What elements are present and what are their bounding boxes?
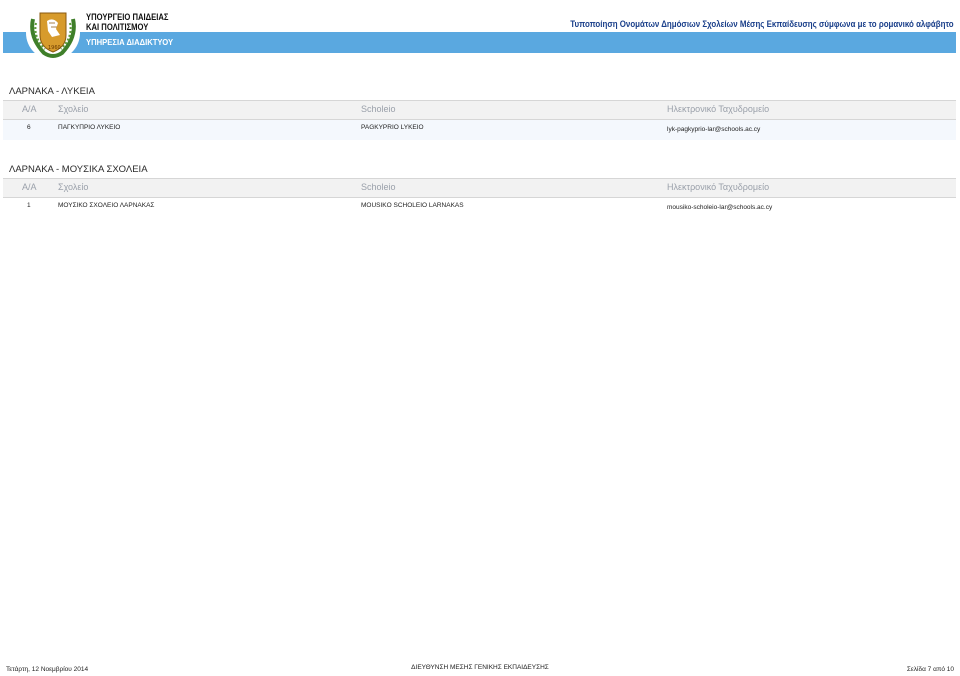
row-email[interactable]: lyk-pagkyprio-lar@schools.ac.cy [667,126,760,133]
footer-department: ΔΙΕΥΘΥΝΣΗ ΜΕΣΗΣ ΓΕΝΙΚΗΣ ΕΚΠΑΙΔΕΥΣΗΣ [411,664,549,671]
column-header-school: Σχολείο [58,182,89,192]
table-row: 6 ΠΑΓΚΥΠΡΙΟ ΛΥΚΕΙΟ PAGKYPRIO LYKEIO lyk-… [3,120,956,140]
cyprus-coat-of-arms-icon: 1960 [26,6,80,60]
page-footer: Τετάρτη, 12 Νοεμβρίου 2014 ΔΙΕΥΘΥΝΣΗ ΜΕΣ… [0,662,960,676]
table-header: Α/Α Σχολείο Scholeio Ηλεκτρονικό Ταχυδρο… [3,100,956,120]
column-header-school-latin: Scholeio [361,104,396,114]
column-header-school-latin: Scholeio [361,182,396,192]
row-num: 6 [27,124,31,131]
row-num: 1 [27,202,31,209]
row-school-latin: PAGKYPRIO LYKEIO [361,124,424,131]
column-header-email: Ηλεκτρονικό Ταχυδρομείο [667,182,770,192]
ministry-name-line1: ΥΠΟΥΡΓΕΙΟ ΠΑΙΔΕΙΑΣ [86,12,169,22]
ministry-name-line2: ΚΑΙ ΠΟΛΙΤΙΣΜΟΥ [86,22,149,32]
service-name: ΥΠΗΡΕΣΙΑ ΔΙΑΔΙΚΤΥΟΥ [86,37,174,47]
svg-text:1960: 1960 [48,45,61,51]
row-school: ΜΟΥΣΙΚΟ ΣΧΟΛΕΙΟ ΛΑΡΝΑΚΑΣ [58,202,155,209]
table-header: Α/Α Σχολείο Scholeio Ηλεκτρονικό Ταχυδρο… [3,178,956,198]
page-header: 1960 ΥΠΟΥΡΓΕΙΟ ΠΑΙΔΕΙΑΣ ΚΑΙ ΠΟΛΙΤΙΣΜΟΥ Υ… [0,0,960,62]
column-header-num: Α/Α [22,104,37,114]
section-title: ΛΑΡΝΑΚΑ - ΛΥΚΕΙΑ [9,86,95,97]
column-header-num: Α/Α [22,182,37,192]
section-title: ΛΑΡΝΑΚΑ - ΜΟΥΣΙΚΑ ΣΧΟΛΕΙΑ [9,164,148,175]
column-header-email: Ηλεκτρονικό Ταχυδρομείο [667,104,770,114]
ministry-name: ΥΠΟΥΡΓΕΙΟ ΠΑΙΔΕΙΑΣ ΚΑΙ ΠΟΛΙΤΙΣΜΟΥ [86,12,168,32]
table-row: 1 ΜΟΥΣΙΚΟ ΣΧΟΛΕΙΟ ΛΑΡΝΑΚΑΣ MOUSIKO SCHOL… [3,198,956,218]
column-header-school: Σχολείο [58,104,89,114]
document-title: Τυποποίηση Ονομάτων Δημόσιων Σχολείων Μέ… [570,19,954,29]
row-school-latin: MOUSIKO SCHOLEIO LARNAKAS [361,202,464,209]
row-email[interactable]: mousiko-scholeio-lar@schools.ac.cy [667,204,772,211]
row-school: ΠΑΓΚΥΠΡΙΟ ΛΥΚΕΙΟ [58,124,121,131]
footer-page-number: Σελίδα 7 από 10 [906,666,954,673]
